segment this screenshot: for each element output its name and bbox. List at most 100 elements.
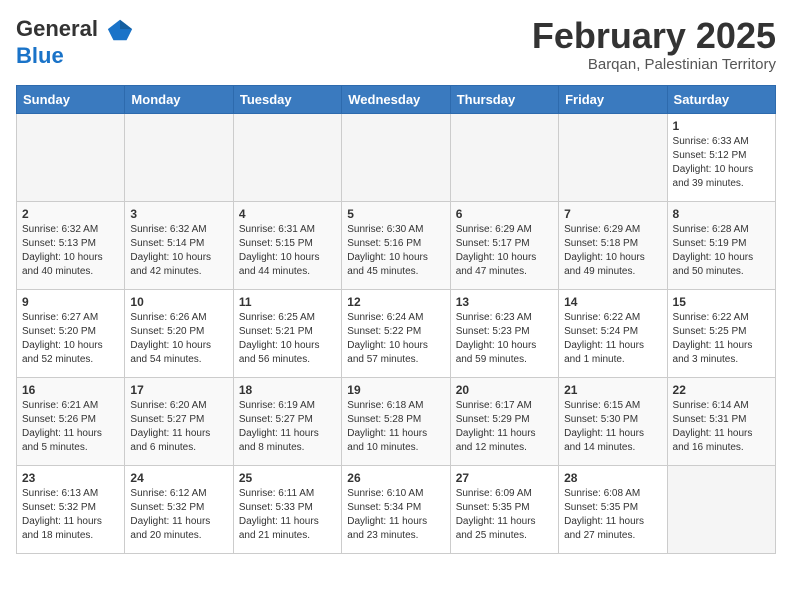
day-number: 15	[673, 295, 770, 309]
calendar-cell: 8 Sunrise: 6:28 AM Sunset: 5:19 PM Daylig…	[667, 201, 775, 289]
day-number: 21	[564, 383, 661, 397]
day-number: 16	[22, 383, 119, 397]
day-info: Sunrise: 6:26 AM Sunset: 5:20 PM Dayligh…	[130, 311, 227, 367]
day-number: 27	[456, 471, 553, 485]
day-info: Sunrise: 6:14 AM Sunset: 5:31 PM Dayligh…	[673, 399, 770, 455]
calendar-cell: 23 Sunrise: 6:13 AM Sunset: 5:32 PM Dayli…	[17, 465, 125, 553]
day-number: 7	[564, 207, 661, 221]
calendar-cell: 24 Sunrise: 6:12 AM Sunset: 5:32 PM Dayli…	[125, 465, 233, 553]
calendar-cell	[342, 113, 450, 201]
day-info: Sunrise: 6:19 AM Sunset: 5:27 PM Dayligh…	[239, 399, 336, 455]
logo-general: General	[16, 16, 98, 41]
day-info: Sunrise: 6:20 AM Sunset: 5:27 PM Dayligh…	[130, 399, 227, 455]
day-number: 17	[130, 383, 227, 397]
weekday-header-thursday: Thursday	[450, 85, 558, 113]
day-number: 19	[347, 383, 444, 397]
day-info: Sunrise: 6:29 AM Sunset: 5:18 PM Dayligh…	[564, 223, 661, 279]
weekday-header-wednesday: Wednesday	[342, 85, 450, 113]
day-number: 4	[239, 207, 336, 221]
week-row-1: 1Sunrise: 6:33 AM Sunset: 5:12 PM Daylig…	[17, 113, 776, 201]
calendar-cell: 10 Sunrise: 6:26 AM Sunset: 5:20 PM Dayli…	[125, 289, 233, 377]
logo: General Blue	[16, 16, 134, 68]
logo-icon	[106, 16, 134, 44]
day-number: 24	[130, 471, 227, 485]
calendar-cell: 16Sunrise: 6:21 AM Sunset: 5:26 PM Dayli…	[17, 377, 125, 465]
calendar-cell: 17 Sunrise: 6:20 AM Sunset: 5:27 PM Dayli…	[125, 377, 233, 465]
day-info: Sunrise: 6:22 AM Sunset: 5:24 PM Dayligh…	[564, 311, 661, 367]
day-number: 8	[673, 207, 770, 221]
day-info: Sunrise: 6:25 AM Sunset: 5:21 PM Dayligh…	[239, 311, 336, 367]
calendar-cell	[233, 113, 341, 201]
calendar-cell	[559, 113, 667, 201]
weekday-header-saturday: Saturday	[667, 85, 775, 113]
calendar-cell: 27Sunrise: 6:09 AM Sunset: 5:35 PM Dayli…	[450, 465, 558, 553]
calendar-cell	[17, 113, 125, 201]
calendar-cell: 18 Sunrise: 6:19 AM Sunset: 5:27 PM Dayli…	[233, 377, 341, 465]
day-info: Sunrise: 6:12 AM Sunset: 5:32 PM Dayligh…	[130, 487, 227, 543]
calendar-cell: 6 Sunrise: 6:29 AM Sunset: 5:17 PM Daylig…	[450, 201, 558, 289]
weekday-header-monday: Monday	[125, 85, 233, 113]
day-number: 13	[456, 295, 553, 309]
calendar-subtitle: Barqan, Palestinian Territory	[532, 56, 776, 73]
calendar-body: 1Sunrise: 6:33 AM Sunset: 5:12 PM Daylig…	[17, 113, 776, 553]
calendar-cell: 22Sunrise: 6:14 AM Sunset: 5:31 PM Dayli…	[667, 377, 775, 465]
week-row-4: 16Sunrise: 6:21 AM Sunset: 5:26 PM Dayli…	[17, 377, 776, 465]
day-number: 11	[239, 295, 336, 309]
calendar-title: February 2025	[532, 16, 776, 56]
calendar-cell: 25Sunrise: 6:11 AM Sunset: 5:33 PM Dayli…	[233, 465, 341, 553]
day-number: 12	[347, 295, 444, 309]
day-number: 28	[564, 471, 661, 485]
day-number: 23	[22, 471, 119, 485]
calendar-cell	[450, 113, 558, 201]
logo-blue: Blue	[16, 44, 134, 68]
day-info: Sunrise: 6:08 AM Sunset: 5:35 PM Dayligh…	[564, 487, 661, 543]
week-row-5: 23 Sunrise: 6:13 AM Sunset: 5:32 PM Dayli…	[17, 465, 776, 553]
day-info: Sunrise: 6:10 AM Sunset: 5:34 PM Dayligh…	[347, 487, 444, 543]
day-info: Sunrise: 6:22 AM Sunset: 5:25 PM Dayligh…	[673, 311, 770, 367]
week-row-2: 2 Sunrise: 6:32 AM Sunset: 5:13 PM Daylig…	[17, 201, 776, 289]
calendar-cell: 20Sunrise: 6:17 AM Sunset: 5:29 PM Dayli…	[450, 377, 558, 465]
day-number: 18	[239, 383, 336, 397]
day-info: Sunrise: 6:32 AM Sunset: 5:13 PM Dayligh…	[22, 223, 119, 279]
calendar-cell	[667, 465, 775, 553]
calendar-cell: 28 Sunrise: 6:08 AM Sunset: 5:35 PM Dayli…	[559, 465, 667, 553]
title-block: February 2025 Barqan, Palestinian Territ…	[532, 16, 776, 73]
weekday-header-sunday: Sunday	[17, 85, 125, 113]
calendar-table: SundayMondayTuesdayWednesdayThursdayFrid…	[16, 85, 776, 554]
day-info: Sunrise: 6:18 AM Sunset: 5:28 PM Dayligh…	[347, 399, 444, 455]
calendar-cell: 12 Sunrise: 6:24 AM Sunset: 5:22 PM Dayli…	[342, 289, 450, 377]
page-header: General Blue February 2025 Barqan, Pales…	[16, 16, 776, 73]
day-info: Sunrise: 6:17 AM Sunset: 5:29 PM Dayligh…	[456, 399, 553, 455]
weekday-header-tuesday: Tuesday	[233, 85, 341, 113]
day-info: Sunrise: 6:29 AM Sunset: 5:17 PM Dayligh…	[456, 223, 553, 279]
calendar-cell: 13Sunrise: 6:23 AM Sunset: 5:23 PM Dayli…	[450, 289, 558, 377]
day-info: Sunrise: 6:33 AM Sunset: 5:12 PM Dayligh…	[673, 135, 770, 191]
weekday-header-friday: Friday	[559, 85, 667, 113]
day-number: 10	[130, 295, 227, 309]
calendar-cell: 11 Sunrise: 6:25 AM Sunset: 5:21 PM Dayli…	[233, 289, 341, 377]
calendar-cell: 5 Sunrise: 6:30 AM Sunset: 5:16 PM Daylig…	[342, 201, 450, 289]
calendar-cell: 14Sunrise: 6:22 AM Sunset: 5:24 PM Dayli…	[559, 289, 667, 377]
day-info: Sunrise: 6:32 AM Sunset: 5:14 PM Dayligh…	[130, 223, 227, 279]
day-info: Sunrise: 6:27 AM Sunset: 5:20 PM Dayligh…	[22, 311, 119, 367]
day-info: Sunrise: 6:13 AM Sunset: 5:32 PM Dayligh…	[22, 487, 119, 543]
calendar-cell	[125, 113, 233, 201]
day-number: 2	[22, 207, 119, 221]
calendar-cell: 9 Sunrise: 6:27 AM Sunset: 5:20 PM Daylig…	[17, 289, 125, 377]
day-info: Sunrise: 6:11 AM Sunset: 5:33 PM Dayligh…	[239, 487, 336, 543]
day-number: 5	[347, 207, 444, 221]
day-number: 3	[130, 207, 227, 221]
day-number: 26	[347, 471, 444, 485]
day-info: Sunrise: 6:31 AM Sunset: 5:15 PM Dayligh…	[239, 223, 336, 279]
calendar-cell: 26 Sunrise: 6:10 AM Sunset: 5:34 PM Dayli…	[342, 465, 450, 553]
day-number: 9	[22, 295, 119, 309]
day-info: Sunrise: 6:24 AM Sunset: 5:22 PM Dayligh…	[347, 311, 444, 367]
day-number: 6	[456, 207, 553, 221]
calendar-cell: 19 Sunrise: 6:18 AM Sunset: 5:28 PM Dayli…	[342, 377, 450, 465]
calendar-cell: 7 Sunrise: 6:29 AM Sunset: 5:18 PM Daylig…	[559, 201, 667, 289]
calendar-cell: 1Sunrise: 6:33 AM Sunset: 5:12 PM Daylig…	[667, 113, 775, 201]
calendar-cell: 21Sunrise: 6:15 AM Sunset: 5:30 PM Dayli…	[559, 377, 667, 465]
day-info: Sunrise: 6:30 AM Sunset: 5:16 PM Dayligh…	[347, 223, 444, 279]
weekday-row: SundayMondayTuesdayWednesdayThursdayFrid…	[17, 85, 776, 113]
day-info: Sunrise: 6:28 AM Sunset: 5:19 PM Dayligh…	[673, 223, 770, 279]
